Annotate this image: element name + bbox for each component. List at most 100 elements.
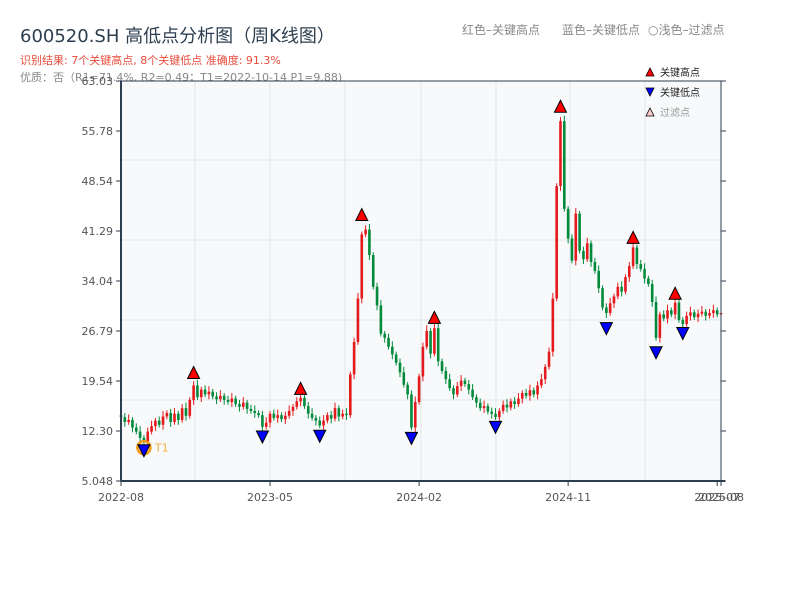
- candle-down: [371, 255, 375, 287]
- candle-up: [540, 379, 543, 386]
- candle-up: [276, 415, 279, 418]
- candle-up: [299, 397, 302, 402]
- candle-down: [318, 420, 322, 426]
- candle-up: [498, 410, 501, 418]
- candle-up: [551, 298, 555, 352]
- candle-down: [444, 370, 448, 380]
- candle-up: [696, 313, 700, 318]
- candle-down: [593, 261, 597, 271]
- candle-down: [662, 314, 665, 319]
- candle-down: [303, 397, 306, 407]
- candle-down: [448, 379, 451, 389]
- candle-down: [440, 361, 444, 371]
- candle-up: [528, 390, 532, 396]
- candle-up: [360, 234, 364, 299]
- legend-label: 关键低点: [660, 86, 700, 99]
- candle-up: [631, 247, 635, 267]
- candle-up: [685, 315, 688, 325]
- t1-label: T1: [154, 442, 169, 455]
- candle-down: [639, 264, 643, 269]
- candle-down: [490, 411, 494, 414]
- candle-up: [612, 296, 616, 304]
- candle-down: [478, 402, 482, 409]
- candle-down: [222, 395, 226, 400]
- candle-down: [398, 362, 402, 373]
- x-tick-label: 2023-05: [247, 491, 293, 504]
- candle-down: [589, 243, 593, 262]
- candle-up: [421, 346, 425, 377]
- candle-down: [429, 330, 432, 354]
- candle-down: [245, 402, 249, 409]
- candle-up: [543, 366, 547, 380]
- candle-up: [161, 416, 165, 425]
- candle-up: [154, 420, 157, 427]
- candle-down: [494, 413, 497, 418]
- candle-up: [291, 406, 295, 411]
- candle-up: [295, 401, 299, 407]
- candle-down: [379, 305, 383, 334]
- candle-up: [616, 286, 620, 297]
- candle-up: [364, 229, 367, 235]
- candle-up: [352, 341, 356, 375]
- candle-up: [712, 310, 715, 314]
- candle-up: [608, 303, 612, 314]
- legend-label: 过滤点: [660, 106, 690, 119]
- candle-up: [658, 314, 662, 338]
- candle-down: [452, 388, 455, 395]
- candle-up: [165, 413, 169, 417]
- candle-up: [666, 310, 669, 319]
- candle-down: [677, 302, 681, 320]
- chart-figure: 600520.SH 高低点分析图（周K线图） 识别结果: 7个关键高点, 8个关…: [0, 0, 800, 600]
- candle-down: [138, 431, 142, 438]
- candle-up: [689, 312, 692, 316]
- candle-down: [280, 415, 283, 420]
- candle-down: [670, 310, 673, 315]
- candle-down: [131, 419, 134, 428]
- candle-up: [413, 401, 417, 428]
- candle-down: [261, 415, 264, 427]
- candle-down: [184, 408, 188, 416]
- candle-up: [555, 186, 558, 299]
- candle-up: [173, 413, 176, 423]
- candle-up: [199, 389, 203, 398]
- candle-up: [180, 408, 184, 420]
- candle-down: [211, 391, 215, 397]
- candle-up: [192, 385, 195, 400]
- candle-down: [257, 413, 260, 416]
- y-tick-label: 63.03: [82, 75, 114, 88]
- candle-up: [348, 374, 352, 416]
- candle-up: [150, 426, 153, 432]
- candle-up: [264, 422, 268, 427]
- candle-down: [605, 307, 608, 314]
- candle-down: [475, 397, 478, 403]
- candle-up: [326, 415, 329, 421]
- candle-up: [322, 420, 325, 426]
- candle-down: [505, 404, 509, 408]
- candle-down: [234, 398, 237, 405]
- candle-up: [284, 415, 287, 420]
- legend-marker: [645, 67, 655, 77]
- candle-down: [238, 404, 241, 407]
- y-tick-label: 5.048: [82, 475, 114, 488]
- candle-up: [520, 393, 524, 399]
- y-tick-label: 41.29: [82, 225, 114, 238]
- candle-up: [482, 406, 486, 409]
- candle-up: [673, 302, 677, 315]
- candle-down: [402, 372, 406, 385]
- candle-down: [410, 394, 413, 428]
- candle-up: [127, 419, 130, 423]
- candle-down: [387, 337, 390, 347]
- candle-down: [329, 415, 333, 419]
- y-tick-label: 55.78: [82, 125, 114, 138]
- candle-up: [559, 121, 562, 187]
- candlestick-chart: T1 63.03 55.78 48.54 41.29 34.04 26.79 19.54 12.…: [82, 66, 744, 504]
- y-tick-label: 34.04: [82, 275, 114, 288]
- candle-down: [203, 389, 207, 395]
- candle-up: [241, 402, 245, 407]
- candle-down: [337, 408, 341, 417]
- candle-up: [708, 313, 711, 316]
- candle-down: [463, 380, 467, 385]
- candle-down: [566, 208, 570, 239]
- candle-down: [643, 268, 646, 279]
- candle-down: [368, 229, 371, 256]
